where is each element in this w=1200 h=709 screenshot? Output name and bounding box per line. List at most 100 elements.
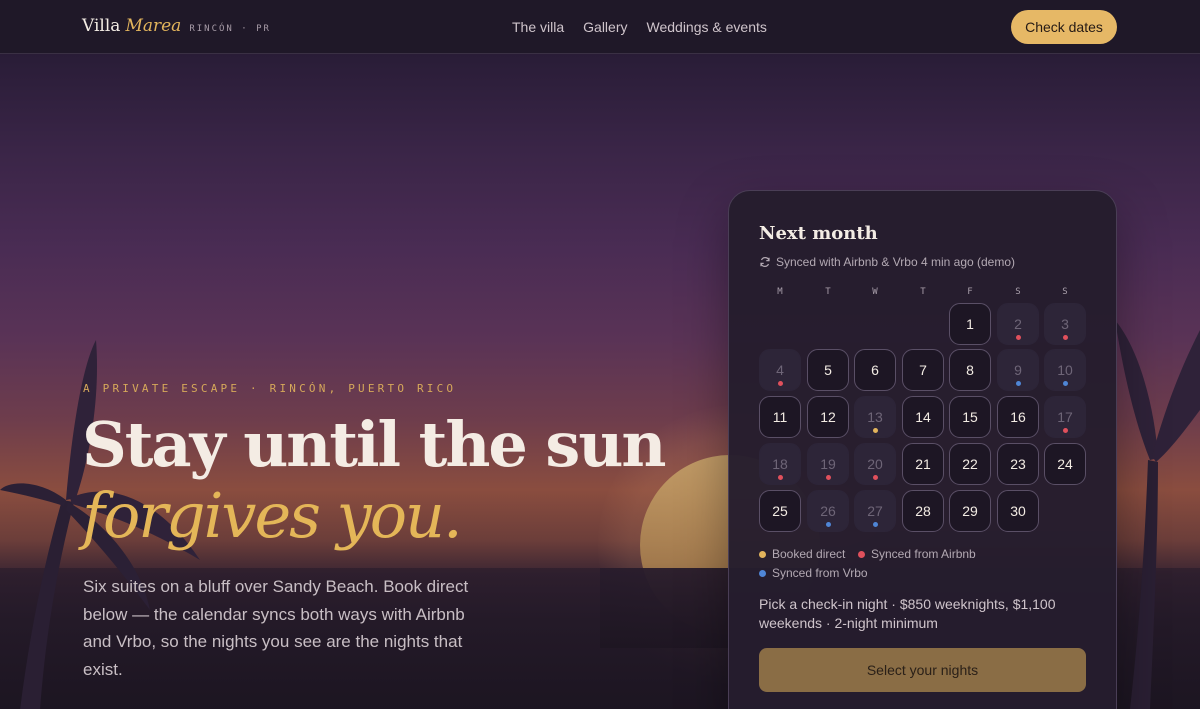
day-number: 2 (1014, 316, 1022, 332)
day-number: 14 (915, 409, 931, 425)
weekday-label: M (777, 287, 783, 297)
day-number: 11 (772, 409, 788, 425)
booking-source-dot (873, 522, 878, 527)
calendar-day-booked: 19 (807, 443, 849, 485)
nav-links: The villa Gallery Weddings & events (512, 19, 767, 35)
calendar-day-available[interactable]: 14 (902, 396, 944, 438)
pricing-hint: Pick a check-in night · $850 weeknights,… (759, 596, 1056, 631)
nav-link-gallery[interactable]: Gallery (583, 19, 627, 35)
brand-accent: Marea (125, 16, 182, 36)
calendar-day-available[interactable]: 6 (854, 349, 896, 391)
brand-name: Villa (82, 16, 121, 36)
day-number: 7 (919, 362, 927, 378)
hero-headline-accent: forgives you. (82, 479, 463, 552)
calendar-day-booked: 13 (854, 396, 896, 438)
day-number: 30 (1010, 503, 1026, 519)
day-number: 19 (820, 456, 836, 472)
booking-source-dot (826, 475, 831, 480)
day-number: 28 (915, 503, 931, 519)
day-number: 23 (1010, 456, 1026, 472)
weekday-label: S (1062, 287, 1068, 297)
day-number: 4 (776, 362, 784, 378)
calendar-day-booked: 3 (1044, 303, 1086, 345)
day-number: 12 (820, 409, 836, 425)
day-number: 26 (820, 503, 836, 519)
nav-link-weddings-events[interactable]: Weddings & events (647, 19, 767, 35)
day-number: 18 (772, 456, 788, 472)
sync-text: Synced with Airbnb & Vrbo 4 min ago (dem… (776, 255, 1016, 269)
calendar-day-available[interactable]: 22 (949, 443, 991, 485)
booking-source-dot (873, 475, 878, 480)
calendar-day-available[interactable]: 21 (902, 443, 944, 485)
calendar-title: Next month (759, 223, 878, 244)
calendar-day-available[interactable]: 24 (1044, 443, 1086, 485)
legend-booked-direct: Booked direct (759, 547, 845, 561)
legend-dot-vrbo (759, 569, 766, 577)
booking-source-dot (873, 428, 878, 433)
booking-source-dot (1063, 335, 1068, 340)
legend-dot-direct (759, 550, 766, 558)
calendar-day-available[interactable]: 8 (949, 349, 991, 391)
calendar-day-available[interactable]: 25 (759, 490, 801, 532)
day-number: 15 (962, 409, 978, 425)
weekday-label: F (967, 287, 973, 297)
calendar-day-available[interactable]: 1 (949, 303, 991, 345)
day-number: 6 (871, 362, 879, 378)
calendar-day-booked: 9 (997, 349, 1039, 391)
weekday-label: T (920, 287, 926, 297)
booking-source-dot (1016, 335, 1021, 340)
select-nights-button[interactable]: Select your nights (759, 648, 1086, 692)
calendar-day-booked: 4 (759, 349, 801, 391)
calendar-day-available[interactable]: 16 (997, 396, 1039, 438)
day-number: 17 (1057, 409, 1073, 425)
day-number: 1 (966, 316, 974, 332)
booking-source-dot (1063, 381, 1068, 386)
legend-vrbo: Synced from Vrbo (759, 566, 868, 580)
calendar-day-booked: 10 (1044, 349, 1086, 391)
calendar-day-booked: 26 (807, 490, 849, 532)
booking-source-dot (778, 381, 783, 386)
legend-label-airbnb: Synced from Airbnb (871, 547, 976, 561)
day-number: 20 (867, 456, 883, 472)
calendar-day-available[interactable]: 11 (759, 396, 801, 438)
sync-status: Synced with Airbnb & Vrbo 4 min ago (dem… (759, 255, 1015, 269)
day-number: 3 (1061, 316, 1069, 332)
calendar-day-available[interactable]: 30 (997, 490, 1039, 532)
calendar-day-available[interactable]: 15 (949, 396, 991, 438)
calendar-day-available[interactable]: 7 (902, 349, 944, 391)
booking-source-dot (1016, 381, 1021, 386)
day-number: 10 (1057, 362, 1073, 378)
calendar-day-booked: 17 (1044, 396, 1086, 438)
legend-airbnb: Synced from Airbnb (858, 547, 976, 561)
check-dates-button[interactable]: Check dates (1011, 10, 1117, 44)
calendar-day-available[interactable]: 23 (997, 443, 1039, 485)
legend-label-direct: Booked direct (772, 547, 846, 561)
booking-source-dot (778, 475, 783, 480)
top-nav: Villa Marea RINCÓN · PR The villa Galler… (0, 0, 1200, 54)
calendar-day-available[interactable]: 29 (949, 490, 991, 532)
refresh-icon (760, 257, 770, 267)
calendar-day-available[interactable]: 12 (807, 396, 849, 438)
calendar-day-available[interactable]: 5 (807, 349, 849, 391)
nav-link-the-villa[interactable]: The villa (512, 19, 564, 35)
day-number: 24 (1057, 456, 1073, 472)
day-number: 16 (1010, 409, 1026, 425)
availability-calendar-card: Next month Synced with Airbnb & Vrbo 4 m… (728, 190, 1117, 709)
day-number: 22 (962, 456, 978, 472)
booking-source-dot (1063, 428, 1068, 433)
calendar-day-booked: 27 (854, 490, 896, 532)
calendar-day-available[interactable]: 28 (902, 490, 944, 532)
day-number: 5 (824, 362, 832, 378)
calendar-day-booked: 2 (997, 303, 1039, 345)
day-number: 27 (867, 503, 883, 519)
brand-logo[interactable]: Villa Marea RINCÓN · PR (82, 16, 271, 36)
booking-source-dot (826, 522, 831, 527)
hero-eyebrow: A PRIVATE ESCAPE · RINCÓN, PUERTO RICO (83, 382, 457, 395)
hero-headline: Stay until the sun (82, 408, 666, 481)
brand-location: RINCÓN · PR (189, 24, 271, 34)
calendar-day-booked: 20 (854, 443, 896, 485)
day-number: 13 (867, 409, 883, 425)
day-number: 9 (1014, 362, 1022, 378)
day-number: 25 (772, 503, 788, 519)
day-number: 8 (966, 362, 974, 378)
